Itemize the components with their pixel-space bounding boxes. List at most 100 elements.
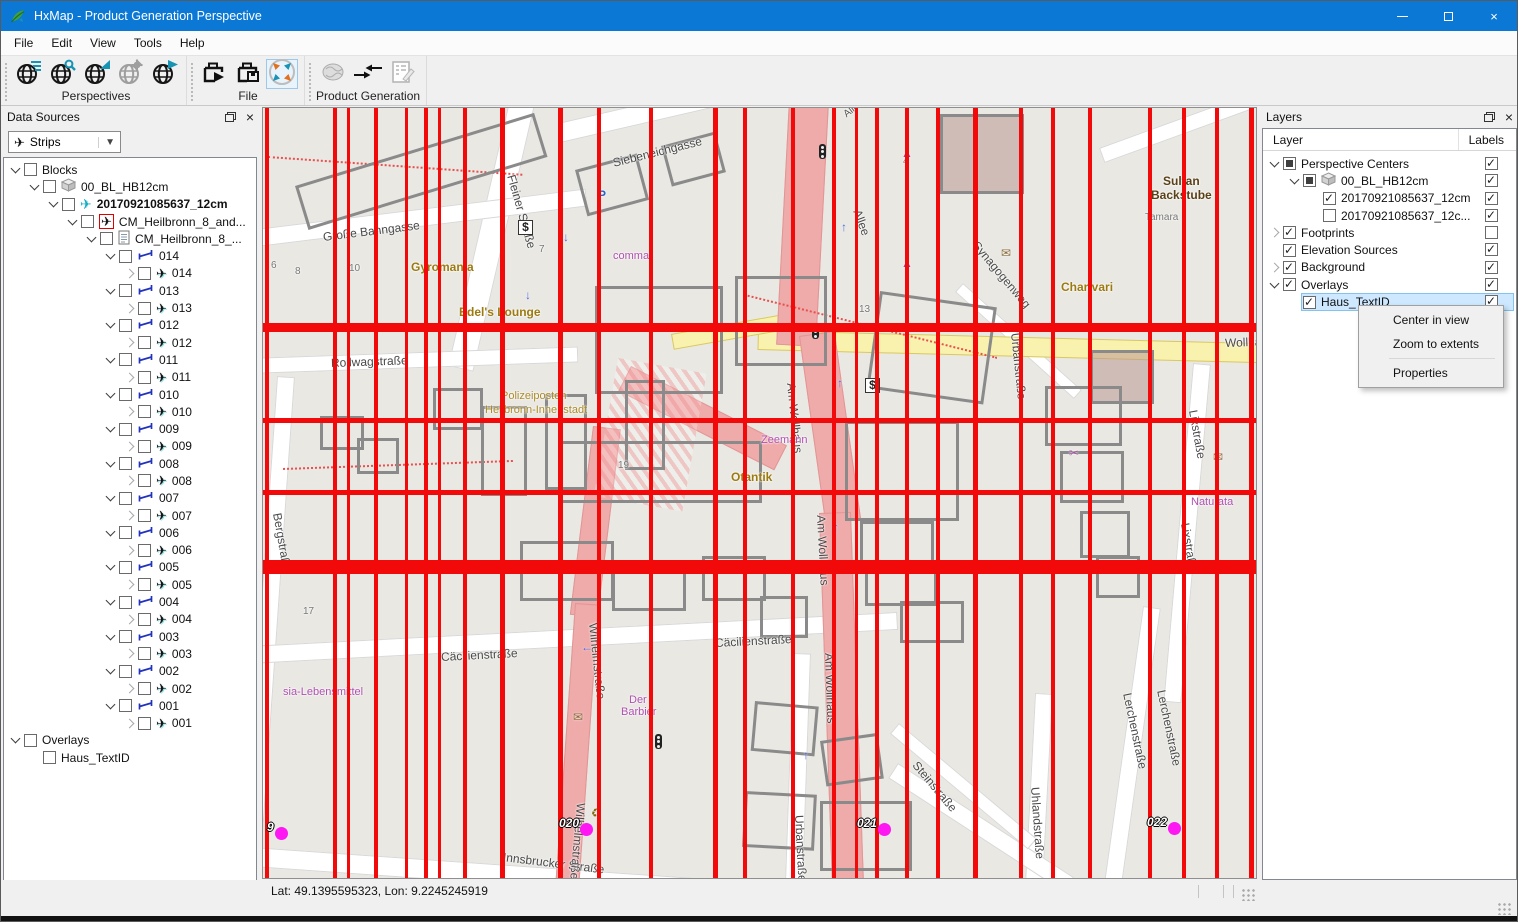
tree-item-010[interactable]: 010	[4, 386, 256, 403]
expander-icon[interactable]	[106, 388, 116, 398]
tree-checkbox[interactable]	[119, 630, 132, 643]
tree-item-20170921085637-12cm[interactable]: ✈20170921085637_12cm	[4, 196, 256, 213]
menu-item-file[interactable]: File	[5, 32, 42, 54]
tree-checkbox[interactable]	[138, 682, 151, 695]
expander-icon[interactable]	[1270, 157, 1280, 167]
expander-icon[interactable]	[125, 303, 135, 313]
expander-icon[interactable]	[1290, 174, 1300, 184]
tree-checkbox[interactable]	[138, 613, 151, 626]
expander-icon[interactable]	[125, 441, 135, 451]
tree-item-013[interactable]: 013	[4, 282, 256, 299]
layer-visibility-checkbox[interactable]	[1283, 261, 1296, 274]
float-panel-icon[interactable]	[1484, 112, 1495, 122]
tree-item-014[interactable]: 014	[4, 247, 256, 264]
context-menu-item-properties[interactable]: Properties	[1359, 361, 1503, 385]
expander-icon[interactable]	[125, 580, 135, 590]
source-type-dropdown[interactable]: ✈ Strips ▼	[8, 131, 121, 153]
tree-item-005[interactable]: ✈005	[4, 576, 256, 593]
project-run-button[interactable]	[198, 59, 230, 89]
tree-item-haus-textid[interactable]: Haus_TextID	[4, 749, 256, 766]
tree-checkbox[interactable]	[138, 474, 151, 487]
labels-checkbox[interactable]	[1485, 157, 1498, 170]
expander-icon[interactable]	[106, 630, 116, 640]
labels-checkbox[interactable]	[1485, 192, 1498, 205]
layer-row-overlays[interactable]: Overlays	[1263, 276, 1516, 293]
tree-checkbox[interactable]	[119, 492, 132, 505]
size-grip[interactable]	[1241, 888, 1255, 901]
maximize-button[interactable]	[1425, 1, 1471, 31]
labels-checkbox[interactable]	[1485, 278, 1498, 291]
expander-icon[interactable]	[11, 163, 21, 173]
tree-item-014[interactable]: ✈014	[4, 265, 256, 282]
tree-checkbox[interactable]	[43, 751, 56, 764]
expander-icon[interactable]	[125, 545, 135, 555]
globe-delta-button[interactable]	[80, 59, 112, 89]
labels-checkbox[interactable]	[1485, 243, 1498, 256]
expander-icon[interactable]	[106, 457, 116, 467]
close-button[interactable]: ×	[1471, 1, 1517, 31]
layer-visibility-checkbox[interactable]	[1323, 209, 1336, 222]
tree-checkbox[interactable]	[43, 180, 56, 193]
expander-icon[interactable]	[106, 319, 116, 329]
layer-row-perspective-centers[interactable]: Perspective Centers	[1263, 155, 1516, 172]
tree-item-006[interactable]: ✈006	[4, 542, 256, 559]
tree-item-002[interactable]: ✈002	[4, 680, 256, 697]
layer-visibility-checkbox[interactable]	[1283, 244, 1296, 257]
layer-row-20170921085637-12c-[interactable]: 20170921085637_12c...	[1263, 207, 1516, 224]
tree-item-overlays[interactable]: Overlays	[4, 732, 256, 749]
globe-layers-button[interactable]	[12, 59, 44, 89]
labels-checkbox[interactable]	[1485, 261, 1498, 274]
tree-item-013[interactable]: ✈013	[4, 299, 256, 316]
tree-checkbox[interactable]	[119, 319, 132, 332]
merge-arrows-button[interactable]	[352, 59, 384, 89]
tree-checkbox[interactable]	[138, 371, 151, 384]
layer-row-00-bl-hb12cm[interactable]: 00_BL_HB12cm	[1263, 172, 1516, 189]
expander-icon[interactable]	[106, 699, 116, 709]
expander-icon[interactable]	[106, 665, 116, 675]
tree-checkbox[interactable]	[81, 215, 94, 228]
expander-icon[interactable]	[106, 596, 116, 606]
tree-checkbox[interactable]	[138, 267, 151, 280]
layer-visibility-checkbox[interactable]	[1283, 157, 1296, 170]
tree-item-012[interactable]: 012	[4, 317, 256, 334]
tree-checkbox[interactable]	[24, 163, 37, 176]
expander-icon[interactable]	[125, 268, 135, 278]
tree-item-011[interactable]: 011	[4, 351, 256, 368]
tree-checkbox[interactable]	[119, 561, 132, 574]
layer-visibility-checkbox[interactable]	[1303, 296, 1316, 309]
tree-checkbox[interactable]	[138, 405, 151, 418]
layer-row-footprints[interactable]: Footprints	[1263, 224, 1516, 241]
expander-icon[interactable]	[125, 614, 135, 624]
tree-checkbox[interactable]	[119, 457, 132, 470]
tree-checkbox[interactable]	[62, 198, 75, 211]
expander-icon[interactable]	[125, 649, 135, 659]
tree-item-007[interactable]: ✈007	[4, 507, 256, 524]
globe-search-button[interactable]	[46, 59, 78, 89]
tree-checkbox[interactable]	[119, 596, 132, 609]
tree-checkbox[interactable]	[119, 665, 132, 678]
tree-item-004[interactable]: 004	[4, 593, 256, 610]
tree-checkbox[interactable]	[119, 353, 132, 366]
perspective-center-marker[interactable]: 021	[857, 816, 891, 830]
tree-checkbox[interactable]	[119, 388, 132, 401]
expander-icon[interactable]	[30, 180, 40, 190]
menu-item-help[interactable]: Help	[171, 32, 214, 54]
zoom-extents-button[interactable]	[266, 59, 298, 89]
window-resize-grip[interactable]	[1497, 902, 1511, 915]
tree-item-003[interactable]: ✈003	[4, 645, 256, 662]
tree-checkbox[interactable]	[138, 717, 151, 730]
expander-icon[interactable]	[106, 526, 116, 536]
perspective-center-marker[interactable]: 022	[1147, 815, 1181, 829]
tree-checkbox[interactable]	[119, 423, 132, 436]
expander-icon[interactable]	[125, 511, 135, 521]
tree-item-cm-heilbronn-8-[interactable]: CM_Heilbronn_8_...	[4, 230, 256, 247]
layer-visibility-checkbox[interactable]	[1323, 192, 1336, 205]
tree-item-004[interactable]: ✈004	[4, 611, 256, 628]
tree-item-008[interactable]: ✈008	[4, 472, 256, 489]
expander-icon[interactable]	[1270, 228, 1280, 238]
expander-icon[interactable]	[87, 232, 97, 242]
expander-icon[interactable]	[106, 492, 116, 502]
expander-icon[interactable]	[125, 372, 135, 382]
tree-checkbox[interactable]	[119, 250, 132, 263]
expander-icon[interactable]	[125, 718, 135, 728]
